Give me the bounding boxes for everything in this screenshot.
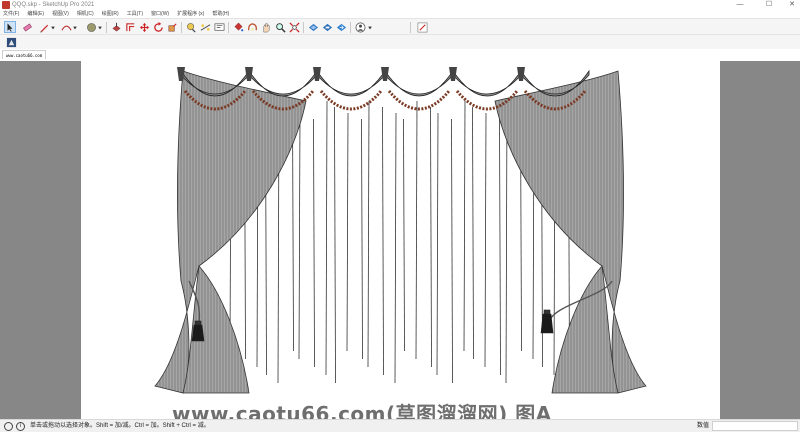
scene-tab-strip: www.caotu66.com (0, 49, 800, 61)
toolbar-separator (106, 22, 107, 33)
valance-knot (381, 67, 389, 81)
maximize-button[interactable]: ☐ (757, 0, 781, 10)
shape-tool-icon[interactable] (85, 21, 97, 33)
text-tool-icon[interactable] (213, 21, 225, 33)
valance-swag (316, 69, 386, 97)
move-tool-icon[interactable] (138, 21, 150, 33)
sheer-line (430, 106, 432, 368)
pencil-dropdown-icon[interactable] (50, 21, 56, 33)
sheer-line (346, 112, 349, 352)
menu-edit[interactable]: 编辑(E) (27, 10, 44, 18)
valance-knot (313, 67, 321, 81)
dimension-tool-icon[interactable] (199, 21, 211, 33)
sheer-line (403, 118, 405, 352)
valance-knot (517, 67, 525, 81)
main-toolbar (0, 18, 800, 35)
measurements-input[interactable] (712, 421, 798, 431)
3d-warehouse-icon[interactable] (307, 21, 319, 33)
paint-bucket-tool-icon[interactable] (232, 21, 244, 33)
menu-file[interactable]: 文件(F) (3, 10, 19, 18)
close-button[interactable]: ✕ (780, 0, 800, 10)
style-builder-icon[interactable] (416, 21, 428, 33)
offset-tool-icon[interactable] (124, 21, 136, 33)
toolbar-separator (303, 22, 304, 33)
sheer-line (382, 106, 384, 376)
arc-dropdown-icon[interactable] (72, 21, 78, 33)
account-icon[interactable] (354, 21, 366, 33)
status-bar: i 单击或拖动以选择对象。Shift = 加/减。Ctrl = 加。Shift … (0, 419, 800, 432)
toolbar-separator (410, 22, 411, 33)
extension-warehouse-icon[interactable] (321, 21, 333, 33)
valance-knot (245, 67, 253, 81)
sheer-line (334, 106, 336, 384)
sheer-line (298, 112, 301, 360)
menu-help[interactable]: 帮助(H) (212, 10, 229, 18)
select-tool-icon[interactable] (4, 21, 16, 33)
sheer-line (313, 118, 315, 368)
drawing-viewport[interactable] (0, 61, 800, 419)
zoom-extents-tool-icon[interactable] (288, 21, 300, 33)
shape-dropdown-icon[interactable] (97, 21, 103, 33)
scale-tool-icon[interactable] (166, 21, 178, 33)
eraser-tool-icon[interactable] (21, 21, 33, 33)
sheer-line (484, 112, 487, 368)
arc-tool-icon[interactable] (60, 21, 72, 33)
minimize-button[interactable]: — (728, 0, 752, 10)
zoom-tool-icon[interactable] (274, 21, 286, 33)
valance-knot (449, 67, 457, 81)
orbit-tool-icon[interactable] (246, 21, 258, 33)
menu-window[interactable]: 窗口(W) (151, 10, 169, 18)
sketchup-logo-icon (2, 1, 10, 9)
menu-view[interactable]: 视图(V) (52, 10, 69, 18)
geo-location-icon[interactable] (4, 422, 13, 431)
measurements-label: 数值 (697, 423, 710, 429)
valance-swag (384, 69, 454, 97)
sheer-line (394, 112, 397, 384)
title-bar: QQQ.skp - SketchUp Pro 2021 — ☐ ✕ (0, 0, 800, 10)
sheer-line (415, 100, 418, 360)
toolbar-separator (228, 22, 229, 33)
info-icon[interactable]: i (16, 422, 25, 431)
account-dropdown-icon[interactable] (367, 21, 373, 33)
menu-tools[interactable]: 工具(T) (127, 10, 143, 18)
sheer-line (505, 100, 508, 384)
pan-tool-icon[interactable] (260, 21, 272, 33)
window-title: QQQ.skp - SketchUp Pro 2021 (12, 2, 95, 8)
sheer-line (451, 118, 453, 384)
valance-swag (452, 69, 522, 97)
toolbar-separator (350, 22, 351, 33)
status-hint: 单击或拖动以选择对象。Shift = 加/减。Ctrl = 加。Shift + … (30, 423, 210, 429)
layout-send-icon[interactable] (335, 21, 347, 33)
push-pull-tool-icon[interactable] (110, 21, 122, 33)
sheer-line (367, 100, 370, 368)
sheer-line (472, 106, 474, 360)
model-canvas[interactable] (81, 61, 720, 419)
sheer-line (361, 118, 363, 360)
sheer-line (325, 100, 328, 376)
menu-bar: 文件(F) 编辑(E) 视图(V) 相机(C) 绘图(R) 工具(T) 窗口(W… (0, 10, 800, 18)
tape-measure-tool-icon[interactable] (185, 21, 197, 33)
scene-tab[interactable]: www.caotu66.com (2, 50, 47, 59)
menu-draw[interactable]: 绘图(R) (102, 10, 119, 18)
sheer-line (463, 100, 466, 352)
curtain-model (154, 67, 647, 394)
sheer-line (436, 112, 439, 376)
menu-camera[interactable]: 相机(C) (77, 10, 94, 18)
sheer-line (499, 118, 501, 376)
secondary-toolbar (0, 35, 800, 49)
menu-extensions[interactable]: 扩展程序 (x) (177, 10, 204, 18)
pencil-line-tool-icon[interactable] (38, 21, 50, 33)
warehouse-model-icon[interactable] (5, 36, 17, 48)
rotate-tool-icon[interactable] (152, 21, 164, 33)
toolbar-separator (181, 22, 182, 33)
